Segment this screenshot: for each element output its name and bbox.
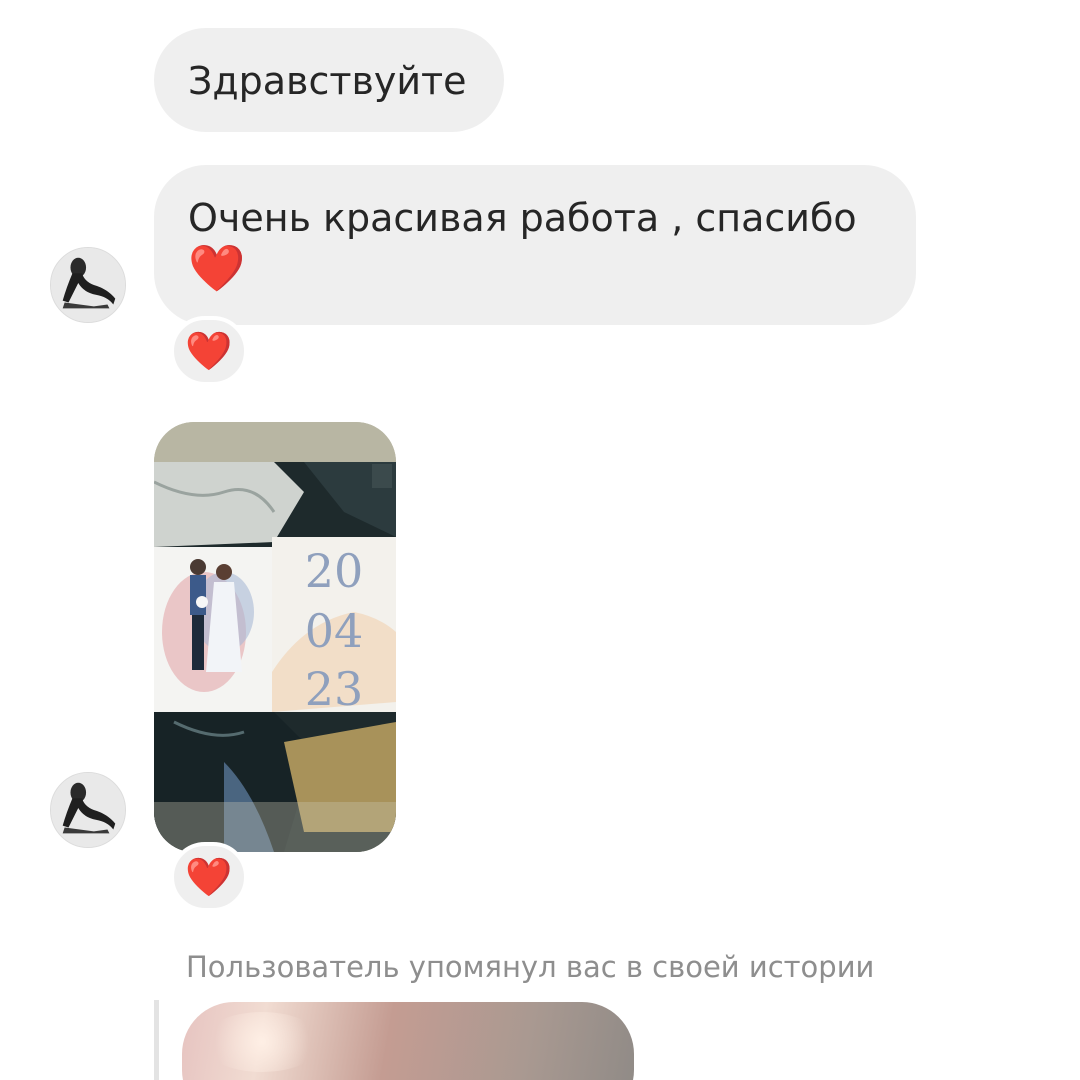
wedding-card-photo: 20 04 23 xyxy=(154,422,396,852)
message-text: Очень красивая работа , спасибо xyxy=(188,196,857,240)
story-preview[interactable] xyxy=(182,1002,634,1080)
avatar[interactable] xyxy=(50,772,126,848)
story-mention-label: Пользователь упомянул вас в своей истори… xyxy=(186,950,875,984)
avatar[interactable] xyxy=(50,247,126,323)
shared-photo[interactable]: 20 04 23 xyxy=(154,422,396,852)
message-bubble-greeting[interactable]: Здравствуйте xyxy=(154,28,504,132)
heart-emoji: ❤️ xyxy=(188,241,246,295)
card-date-month: 04 xyxy=(305,604,364,658)
chat-screen: Здравствуйте Очень красивая работа , спа… xyxy=(0,0,1080,1080)
message-bubble-thanks[interactable]: Очень красивая работа , спасибо ❤️ xyxy=(154,165,916,325)
user-avatar-image xyxy=(51,248,125,322)
red-heart-icon: ❤️ xyxy=(185,855,233,899)
red-heart-icon: ❤️ xyxy=(185,329,233,373)
card-date-year: 23 xyxy=(305,662,364,716)
reaction-heart[interactable]: ❤️ xyxy=(170,316,248,386)
user-avatar-image xyxy=(51,773,125,847)
message-text: Здравствуйте xyxy=(188,59,467,103)
card-date-day: 20 xyxy=(305,544,364,598)
reaction-heart[interactable]: ❤️ xyxy=(170,842,248,912)
story-preview-light xyxy=(202,1012,322,1072)
reply-quote-bar xyxy=(154,1000,159,1080)
